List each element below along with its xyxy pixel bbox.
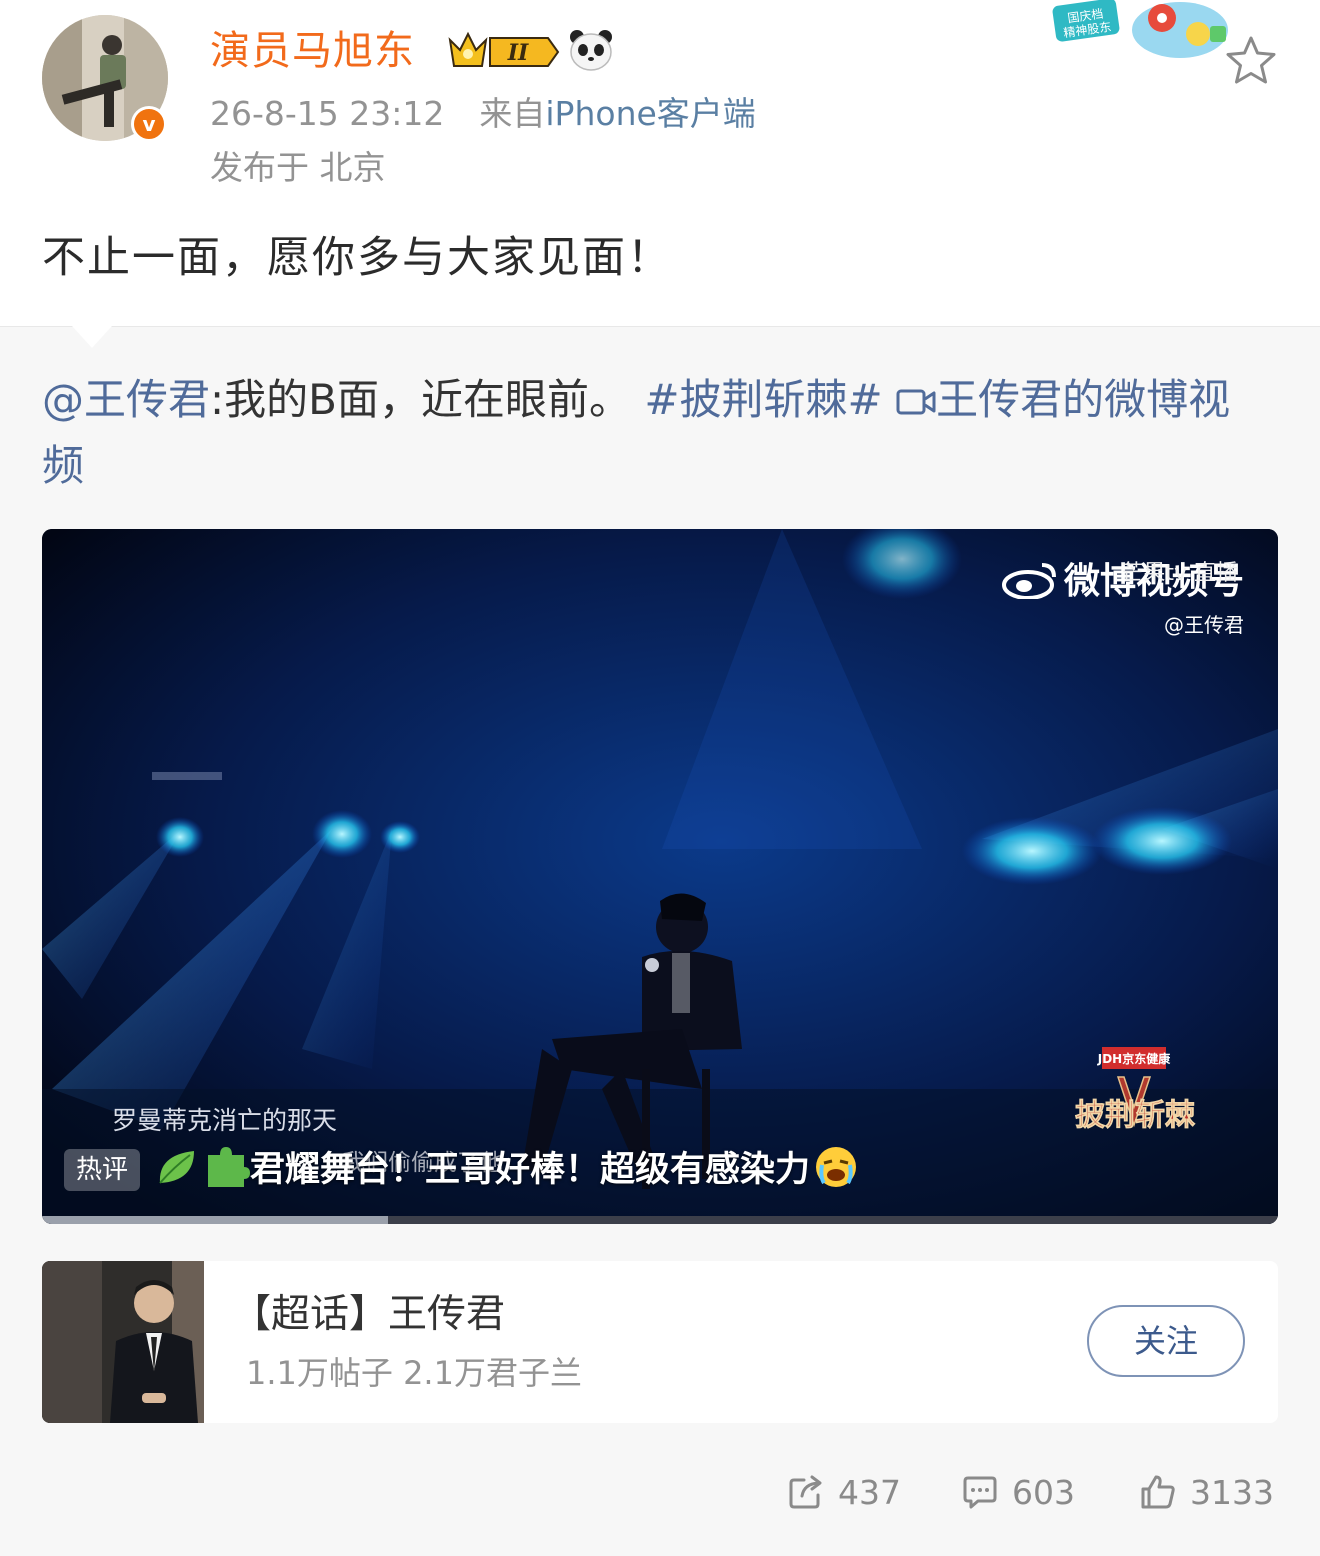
video-progress-bar[interactable]: [42, 1216, 1278, 1224]
post-content: 不止一面，愿你多与大家见面！: [42, 233, 672, 283]
source-client[interactable]: iPhone客户端: [545, 94, 755, 133]
repost-icon: [789, 1475, 822, 1509]
panda-icon: [570, 30, 612, 71]
hashtag-link[interactable]: #披荆斩棘#: [644, 375, 882, 424]
svg-text:II: II: [507, 40, 529, 66]
verified-badge-icon: v: [131, 106, 167, 142]
repost-body: :我的B面，近在眼前。: [210, 375, 631, 424]
mgtv-watermark: 芒果tv 直播: [1121, 561, 1238, 586]
repost-section: @王传君:我的B面，近在眼前。 #披荆斩棘# 王传君的微博视频 芒果tv 直播 …: [0, 326, 1320, 1556]
repost-notch: [72, 326, 112, 348]
hot-comment-label: 热评: [64, 1149, 140, 1191]
favorite-star-icon[interactable]: [1224, 34, 1278, 86]
comment-count: 603: [1012, 1472, 1075, 1512]
vip-crown-icon: II: [448, 31, 560, 67]
video-progress-fill: [42, 1216, 389, 1224]
weibo-logo-icon: [1001, 563, 1056, 600]
thumbs-up-icon: [1141, 1475, 1175, 1509]
show-logo: JDH京东健康 披荆斩棘: [1040, 1047, 1230, 1157]
action-bar: 437 603 3133: [0, 1467, 1320, 1527]
topic-stats: 1.1万帖子 2.1万君子兰: [246, 1354, 582, 1392]
source-prefix: 来自: [479, 94, 546, 133]
svg-text:JDH京东健康: JDH京东健康: [1097, 1051, 1171, 1066]
repost-text: @王传君:我的B面，近在眼前。 #披荆斩棘# 王传君的微博视频: [42, 367, 1272, 499]
post-meta: 26-8-15 23:12 来自iPhone客户端: [210, 94, 756, 134]
like-button[interactable]: 3133: [1140, 1467, 1274, 1517]
watermark-user: @王传君: [1164, 613, 1244, 637]
post-location: 发布于 北京: [210, 148, 386, 187]
promo-badge[interactable]: 国庆档 精神股东: [1050, 0, 1230, 70]
repost-count: 437: [838, 1472, 901, 1512]
hot-comment-text: 君耀舞台！王哥好棒！超级有感染力: [250, 1150, 811, 1190]
leaf-icon: [159, 1151, 194, 1184]
topic-title: 【超话】王传君: [232, 1292, 506, 1337]
video-subtitle: 罗曼蒂克消亡的那天: [112, 1106, 338, 1135]
super-topic-card[interactable]: 【超话】王传君 1.1万帖子 2.1万君子兰 关注: [42, 1261, 1278, 1423]
hot-comment[interactable]: 君耀舞台！王哥好棒！超级有感染力: [154, 1145, 858, 1195]
comment-icon: [963, 1476, 997, 1509]
like-count: 3133: [1190, 1472, 1274, 1512]
video-camera-icon: [896, 389, 936, 415]
post-card: v 演员马旭东 II 26-8-15 23:12 来自iPhone客户端 发布于…: [0, 0, 1320, 325]
post-timestamp: 26-8-15 23:12: [210, 94, 445, 133]
repost-button[interactable]: 437: [788, 1467, 901, 1517]
topic-thumbnail: [42, 1261, 204, 1423]
puzzle-icon: [208, 1147, 250, 1187]
crying-face-icon: [816, 1147, 857, 1187]
video-watermark: 芒果tv 直播 微博视频号 @王传君: [1001, 559, 1244, 638]
video-player[interactable]: 芒果tv 直播 微博视频号 @王传君 JDH京东健康 披荆斩棘 罗曼蒂克消亡的那…: [42, 529, 1278, 1224]
mention-link[interactable]: @王传君: [42, 375, 210, 424]
author-name[interactable]: 演员马旭东: [210, 26, 415, 76]
svg-text:披荆斩棘: 披荆斩棘: [1075, 1098, 1195, 1133]
comment-button[interactable]: 603: [962, 1467, 1075, 1517]
follow-button[interactable]: 关注: [1087, 1305, 1245, 1377]
